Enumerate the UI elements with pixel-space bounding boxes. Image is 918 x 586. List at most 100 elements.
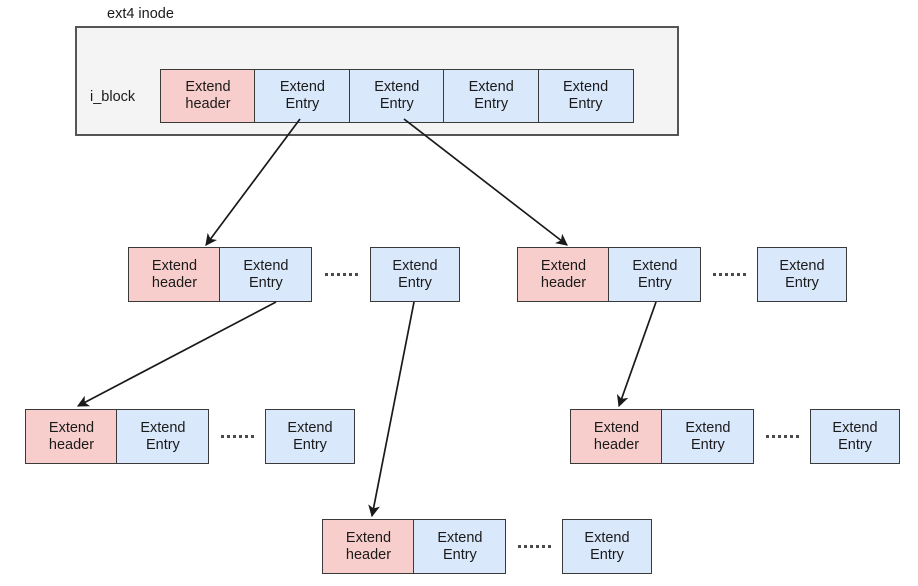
index-right-ellipsis [713, 272, 746, 276]
arrow-index-right-entry-to-leaf-right [616, 301, 657, 408]
inode-extend-entry-4[interactable]: Extend Entry [537, 69, 634, 123]
cell-line-2: Entry [293, 436, 327, 453]
leaf-bottom-extend-entry-1[interactable]: Extend Entry [413, 519, 507, 574]
dot [743, 272, 746, 276]
dot [518, 544, 521, 548]
leaf-bottom-extend-entry-last[interactable]: Extend Entry [562, 519, 652, 574]
dot [766, 434, 769, 438]
cell-line-1: Extend [140, 419, 186, 436]
dot [530, 544, 533, 548]
leaf-left-ellipsis [221, 434, 254, 438]
cell-line-2: Entry [442, 546, 477, 563]
cell-line-1: Extend [345, 529, 392, 546]
cell-line-1: Extend [437, 529, 483, 546]
index-left-extend-entry-1[interactable]: Extend Entry [219, 247, 313, 302]
dot [536, 544, 539, 548]
cell-line-1: Extend [584, 529, 630, 546]
dot [343, 272, 346, 276]
cell-line-1: Extend [287, 419, 333, 436]
cell-line-1: Extend [279, 79, 325, 95]
i-block-label: i_block [90, 89, 136, 105]
cell-line-2: header [345, 546, 392, 563]
diagram-canvas: ext4 inode i_block Extend header Extend … [0, 0, 918, 586]
cell-line-2: Entry [637, 274, 672, 291]
index-left-ellipsis [325, 272, 358, 276]
leaf-left-extend-entry-last[interactable]: Extend Entry [265, 409, 355, 464]
index-right-extend-entry-last[interactable]: Extend Entry [757, 247, 847, 302]
dot [233, 434, 236, 438]
leaf-left-extend-entry-1[interactable]: Extend Entry [116, 409, 210, 464]
cell-line-1: Extend [563, 79, 609, 95]
dot [784, 434, 787, 438]
index-right-extend-header[interactable]: Extend header [517, 247, 610, 302]
dot [719, 272, 722, 276]
cell-line-1: Extend [832, 419, 878, 436]
dot [221, 434, 224, 438]
cell-line-2: header [540, 274, 587, 291]
cell-line-2: Entry [474, 96, 509, 112]
dot [772, 434, 775, 438]
cell-line-1: Extend [632, 257, 678, 274]
dot [731, 272, 734, 276]
dot [325, 272, 328, 276]
cell-line-2: Entry [285, 96, 320, 112]
cell-line-1: Extend [374, 79, 420, 95]
dot [778, 434, 781, 438]
cell-line-2: header [48, 436, 95, 453]
leaf-right-ellipsis [766, 434, 799, 438]
index-left-extend-entry-last[interactable]: Extend Entry [370, 247, 460, 302]
dot [524, 544, 527, 548]
cell-line-2: Entry [785, 274, 819, 291]
cell-line-2: header [593, 436, 640, 453]
dot [245, 434, 248, 438]
leaf-bottom-ellipsis [518, 544, 551, 548]
dot [796, 434, 799, 438]
cell-line-2: Entry [145, 436, 180, 453]
inode-extend-entry-1[interactable]: Extend Entry [254, 69, 351, 123]
cell-line-2: Entry [379, 96, 414, 112]
cell-line-2: header [151, 274, 198, 291]
cell-line-1: Extend [593, 419, 640, 436]
cell-line-1: Extend [540, 257, 587, 274]
dot [227, 434, 230, 438]
inode-extend-entry-3[interactable]: Extend Entry [443, 69, 540, 123]
cell-line-1: Extend [468, 79, 514, 95]
dot [548, 544, 551, 548]
cell-line-2: Entry [838, 436, 872, 453]
cell-line-1: Extend [779, 257, 825, 274]
arrow-index-left-entry-to-leaf-left [76, 301, 277, 407]
leaf-right-extend-header[interactable]: Extend header [570, 409, 663, 464]
cell-line-1: Extend [48, 419, 95, 436]
inode-extend-header[interactable]: Extend header [160, 69, 256, 123]
cell-line-2: Entry [248, 274, 283, 291]
dot [349, 272, 352, 276]
index-right-extend-entry-1[interactable]: Extend Entry [608, 247, 702, 302]
arrow-index-left-tail-to-leaf-bottom [368, 301, 415, 518]
index-left-extend-header[interactable]: Extend header [128, 247, 221, 302]
cell-line-1: Extend [392, 257, 438, 274]
cell-line-1: Extend [151, 257, 198, 274]
dot [331, 272, 334, 276]
leaf-left-extend-header[interactable]: Extend header [25, 409, 118, 464]
cell-line-1: Extend [685, 419, 731, 436]
inode-extend-entry-2[interactable]: Extend Entry [348, 69, 445, 123]
dot [725, 272, 728, 276]
cell-line-2: Entry [398, 274, 432, 291]
dot [251, 434, 254, 438]
leaf-bottom-extend-header[interactable]: Extend header [322, 519, 415, 574]
arrow-inode-entry2-to-index-right [403, 118, 568, 246]
cell-line-2: Entry [590, 546, 624, 563]
cell-line-1: Extend [243, 257, 289, 274]
dot [713, 272, 716, 276]
dot [790, 434, 793, 438]
diagram-title: ext4 inode [107, 6, 174, 22]
cell-line-1: Extend [185, 79, 231, 95]
cell-line-2: Entry [568, 96, 603, 112]
leaf-right-extend-entry-1[interactable]: Extend Entry [661, 409, 755, 464]
dot [337, 272, 340, 276]
cell-line-2: Entry [690, 436, 725, 453]
cell-line-2: header [185, 96, 231, 112]
dot [737, 272, 740, 276]
leaf-right-extend-entry-last[interactable]: Extend Entry [810, 409, 900, 464]
dot [542, 544, 545, 548]
